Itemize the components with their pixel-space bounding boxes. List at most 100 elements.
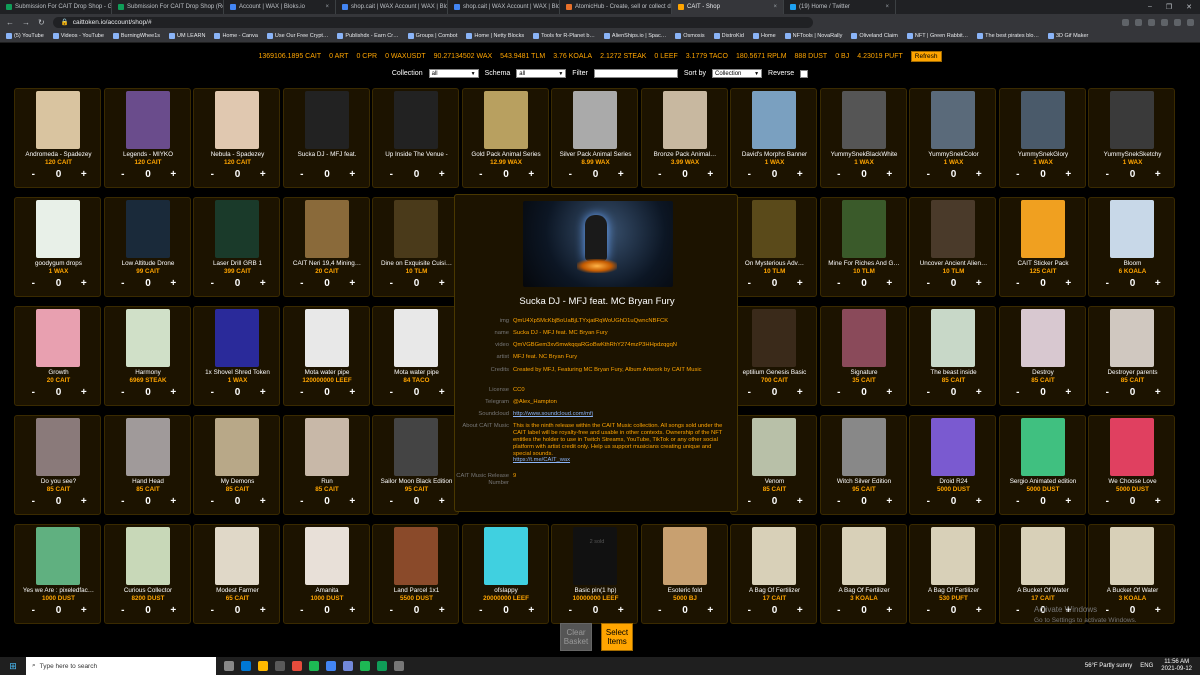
- increase-button[interactable]: +: [77, 278, 91, 289]
- item-thumbnail-image[interactable]: [394, 91, 438, 149]
- increase-button[interactable]: +: [1061, 278, 1075, 289]
- item-card[interactable]: Laser Drill GRB 1 399 CAIT - 0 +: [193, 197, 280, 297]
- browser-tab[interactable]: Submission For CAIT Drop Shop (Re…×: [112, 0, 224, 14]
- decrease-button[interactable]: -: [26, 496, 40, 507]
- item-thumbnail-image[interactable]: [1110, 527, 1154, 585]
- item-card[interactable]: Destroyer parents 85 CAIT - 0 +: [1088, 306, 1175, 406]
- profile-icon[interactable]: [1187, 18, 1194, 26]
- bookmark-item[interactable]: Home - Canva: [214, 33, 258, 39]
- spotify-icon[interactable]: [360, 661, 370, 671]
- bookmark-item[interactable]: Home | Netty Blocks: [466, 33, 524, 39]
- increase-button[interactable]: +: [524, 169, 538, 180]
- close-icon[interactable]: ×: [885, 4, 889, 10]
- browser-tab[interactable]: shop.cait | WAX Account | WAX | Blok…×: [448, 0, 560, 14]
- item-card[interactable]: Bronze Pack Animal… 3.99 WAX - 0 +: [640, 88, 728, 188]
- decrease-button[interactable]: -: [295, 605, 309, 616]
- increase-button[interactable]: +: [793, 278, 807, 289]
- clear-basket-button[interactable]: Clear Basket: [560, 623, 592, 651]
- increase-button[interactable]: +: [435, 387, 449, 398]
- spotify-icon[interactable]: [309, 661, 319, 671]
- decrease-button[interactable]: -: [921, 605, 935, 616]
- item-card[interactable]: Modest Farmer 65 CAIT - 0 +: [193, 524, 280, 624]
- task-view-icon[interactable]: [224, 661, 234, 671]
- decrease-button[interactable]: -: [1011, 278, 1025, 289]
- item-thumbnail-image[interactable]: [752, 418, 796, 476]
- item-thumbnail-image[interactable]: [394, 418, 438, 476]
- item-thumbnail-image[interactable]: [752, 309, 796, 367]
- item-thumbnail-image[interactable]: [573, 527, 617, 585]
- item-card[interactable]: Andromeda - Spadezey 120 CAIT - 0 +: [14, 88, 101, 188]
- decrease-button[interactable]: -: [921, 169, 935, 180]
- item-card[interactable]: Sucka DJ - MFJ feat. - 0 +: [282, 88, 370, 188]
- decrease-button[interactable]: -: [921, 387, 935, 398]
- increase-button[interactable]: +: [77, 387, 91, 398]
- item-thumbnail-image[interactable]: [125, 91, 170, 149]
- item-thumbnail-image[interactable]: [841, 527, 886, 585]
- decrease-button[interactable]: -: [1011, 387, 1025, 398]
- increase-button[interactable]: +: [435, 605, 449, 616]
- increase-button[interactable]: +: [345, 496, 359, 507]
- decrease-button[interactable]: -: [295, 169, 309, 180]
- browser-tab[interactable]: CAIT - Shop ×: [672, 0, 784, 14]
- item-thumbnail-image[interactable]: [931, 91, 975, 149]
- decrease-button[interactable]: -: [384, 496, 398, 507]
- decrease-button[interactable]: -: [832, 496, 846, 507]
- forward-icon[interactable]: →: [22, 18, 30, 27]
- item-thumbnail-image[interactable]: [125, 527, 170, 585]
- decrease-button[interactable]: -: [116, 605, 130, 616]
- decrease-button[interactable]: -: [1100, 387, 1114, 398]
- item-card[interactable]: Silver Pack Animal Series 8.99 WAX - 0 +: [551, 88, 638, 188]
- item-card[interactable]: Mota water pipe 84 TACO - 0 +: [372, 306, 459, 406]
- increase-button[interactable]: +: [1151, 387, 1165, 398]
- increase-button[interactable]: +: [1061, 169, 1075, 180]
- discord-icon[interactable]: [343, 661, 353, 671]
- item-thumbnail-image[interactable]: [1110, 200, 1154, 258]
- decrease-button[interactable]: -: [384, 169, 398, 180]
- item-thumbnail-image[interactable]: [752, 527, 796, 585]
- increase-button[interactable]: +: [435, 169, 449, 180]
- bookmark-item[interactable]: (5) YouTube: [6, 33, 44, 39]
- item-card[interactable]: Gold Pack Animal Series 12.99 WAX - 0 +: [461, 88, 549, 188]
- decrease-button[interactable]: -: [26, 169, 40, 180]
- item-card[interactable]: Uncover Ancient Alien… 10 TLM - 0 +: [909, 197, 996, 297]
- extension-icon[interactable]: [1174, 18, 1181, 26]
- decrease-button[interactable]: -: [742, 278, 756, 289]
- increase-button[interactable]: +: [166, 387, 180, 398]
- bookmark-item[interactable]: Groups | Combot: [407, 33, 457, 39]
- item-thumbnail-image[interactable]: [841, 309, 886, 367]
- decrease-button[interactable]: -: [205, 278, 219, 289]
- increase-button[interactable]: +: [1061, 496, 1075, 507]
- item-card[interactable]: Mine For Riches And G… 10 TLM - 0 +: [819, 197, 907, 297]
- decrease-button[interactable]: -: [832, 169, 846, 180]
- item-card[interactable]: David's Morphs Banner 1 WAX - 0 +: [730, 88, 817, 188]
- decrease-button[interactable]: -: [474, 169, 488, 180]
- close-icon[interactable]: ×: [325, 4, 329, 10]
- increase-button[interactable]: +: [256, 496, 270, 507]
- item-thumbnail-image[interactable]: [483, 527, 528, 585]
- decrease-button[interactable]: -: [1100, 278, 1114, 289]
- increase-button[interactable]: +: [703, 605, 717, 616]
- bookmark-item[interactable]: Home: [752, 33, 776, 39]
- increase-button[interactable]: +: [972, 496, 986, 507]
- bookmark-item[interactable]: NFT | Green Rabbit…: [906, 33, 968, 39]
- item-card[interactable]: Sergio Animated edition 5000 DUST - 0 +: [998, 415, 1086, 515]
- bookmark-item[interactable]: NFTools | NovaRally: [784, 33, 842, 39]
- greenshot-icon[interactable]: [377, 661, 387, 671]
- decrease-button[interactable]: -: [1100, 169, 1114, 180]
- item-card[interactable]: Land Parcel 1x1 5500 DUST - 0 +: [372, 524, 459, 624]
- item-thumbnail-image[interactable]: [1110, 309, 1154, 367]
- increase-button[interactable]: +: [1151, 605, 1165, 616]
- item-card[interactable]: YummySnekSketchy 1 WAX - 0 +: [1088, 88, 1175, 188]
- item-card[interactable]: YummySnekBlackWhite 1 WAX - 0 +: [819, 88, 907, 188]
- item-thumbnail-image[interactable]: [215, 527, 259, 585]
- decrease-button[interactable]: -: [474, 605, 488, 616]
- item-thumbnail-image[interactable]: [662, 91, 707, 149]
- bookmark-item[interactable]: Tools for R-Planet b…: [533, 33, 595, 39]
- increase-button[interactable]: +: [166, 169, 180, 180]
- item-thumbnail-image[interactable]: [125, 418, 170, 476]
- increase-button[interactable]: +: [972, 278, 986, 289]
- bookmark-item[interactable]: Use Our Free Crypt…: [266, 33, 328, 39]
- item-card[interactable]: CAIT Neri 19,4 Mining… 20 CAIT - 0 +: [282, 197, 370, 297]
- bookmark-item[interactable]: UM LEARN: [169, 33, 205, 39]
- decrease-button[interactable]: -: [832, 278, 846, 289]
